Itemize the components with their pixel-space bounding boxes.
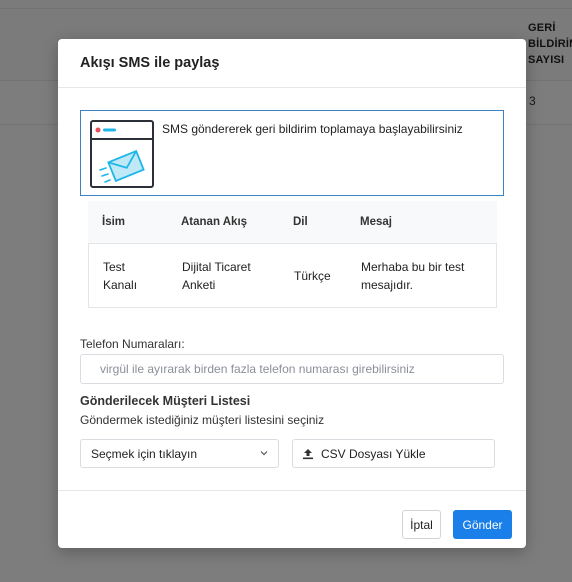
- table-header-message: Mesaj: [360, 216, 392, 228]
- table-row: Test Kanalı Dijital Ticaret Anketi Türkç…: [88, 243, 497, 308]
- phone-numbers-label: Telefon Numaraları:: [80, 337, 185, 351]
- cancel-button[interactable]: İptal: [402, 510, 441, 539]
- customer-list-title: Gönderilecek Müşteri Listesi: [80, 394, 251, 408]
- csv-upload-label: CSV Dosyası Yükle: [321, 446, 426, 461]
- table-cell-name: Test Kanalı: [103, 259, 138, 292]
- table-header-language: Dil: [293, 216, 308, 228]
- customer-list-select-value: Seçmek için tıklayın: [91, 446, 198, 461]
- modal-footer: İptal Gönder: [58, 490, 526, 549]
- chevron-down-icon: [260, 451, 268, 456]
- info-box: SMS göndererek geri bildirim toplamaya b…: [80, 110, 504, 196]
- customer-list-subtitle: Göndermek istediğiniz müşteri listesini …: [80, 413, 325, 427]
- table-cell-message: Merhaba bu bir test mesajıdır.: [361, 259, 465, 292]
- table-header-flow: Atanan Akış: [181, 216, 248, 228]
- table-header-row: İsim Atanan Akış Dil Mesaj: [88, 201, 497, 243]
- send-button[interactable]: Gönder: [453, 510, 512, 539]
- phone-numbers-input[interactable]: [80, 354, 504, 384]
- upload-icon: [303, 448, 313, 459]
- channel-table: İsim Atanan Akış Dil Mesaj Test Kanalı D…: [88, 201, 497, 308]
- customer-list-select[interactable]: Seçmek için tıklayın: [80, 439, 279, 468]
- table-header-name: İsim: [102, 216, 126, 228]
- share-sms-modal: Akışı SMS ile paylaş SMS göndererek geri…: [58, 39, 526, 548]
- envelope-icon: [90, 120, 154, 188]
- table-cell-flow: Dijital Ticaret Anketi: [182, 259, 251, 292]
- modal-header: Akışı SMS ile paylaş: [58, 39, 526, 88]
- modal-title: Akışı SMS ile paylaş: [80, 55, 220, 71]
- info-text: SMS göndererek geri bildirim toplamaya b…: [162, 122, 463, 136]
- table-cell-language: Türkçe: [294, 268, 331, 283]
- csv-upload-button[interactable]: CSV Dosyası Yükle: [292, 439, 495, 468]
